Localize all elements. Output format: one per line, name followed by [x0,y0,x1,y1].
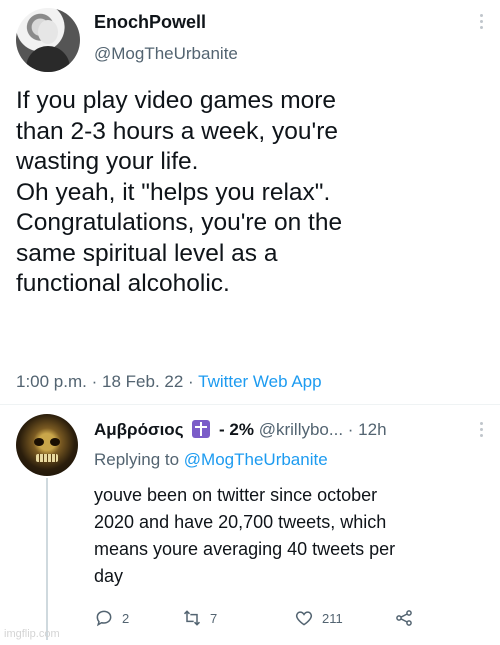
display-name[interactable]: EnochPowell [94,12,206,33]
share-button[interactable] [394,608,414,628]
meta-dot: · [91,372,98,391]
skull-eye [34,438,44,446]
reply-handle[interactable]: @krillybo... [259,420,343,439]
share-icon [396,610,412,626]
tweet-text-line: Congratulations, you're on the [16,209,343,236]
avatar[interactable] [16,8,80,72]
action-bar: 2 7 211 [94,608,424,632]
tweet-meta: 1:00 p.m. · 18 Feb. 22 · Twitter Web App [16,372,322,392]
thread-line [46,478,48,640]
reply-avatar[interactable] [16,414,78,476]
like-count: 211 [322,610,343,626]
tweet-text-line: than 2-3 hours a week, you're [16,117,339,145]
reply-text-line: means youre averaging 40 tweets per [94,539,396,559]
tweet-text-line: same spiritual level as a [16,239,278,267]
tweet-text: If you play video games more than 2-3 ho… [16,86,486,300]
reply-text-line: day [94,566,124,586]
replying-prefix: Replying to [94,450,180,469]
tweet-date[interactable]: 18 Feb. 22 [102,372,183,391]
user-handle[interactable]: @MogTheUrbanite [94,44,238,64]
reply-display-name[interactable]: Αμβρόσιος [94,420,184,439]
tweet-text-line: If you play video games more [16,87,337,114]
watermark: imgflip.com [4,628,60,640]
like-button[interactable]: 211 [294,608,343,628]
tweet-text-line: wasting your life. [16,148,199,175]
reply-count: 2 [122,610,130,626]
reply-text: youve been on twitter since october 2020… [94,482,486,590]
reply-time[interactable]: · 12h [348,420,387,439]
more-options-icon[interactable] [478,422,484,440]
reply-text-line: youve been on twitter since october [94,485,378,505]
tweet-text-line: functional alcoholic. [16,270,230,297]
heart-icon [295,611,313,626]
tweet-text-line: Oh yeah, it "helps you relax". [16,178,331,206]
reply-icon [96,610,112,627]
avatar-head [38,20,58,44]
reply-text-line: 2020 and have 20,700 tweets, which [94,512,387,532]
reply-header: Αμβρόσιος - 2% @krillybo... · 12h [94,420,387,440]
tweet-time[interactable]: 1:00 p.m. [16,372,87,391]
divider [0,404,500,405]
orthodox-cross-flag-icon [192,420,211,438]
replying-to-link[interactable]: @MogTheUrbanite [184,450,328,469]
avatar-shoulders [26,46,70,72]
retweet-button[interactable]: 7 [182,608,217,628]
retweet-count: 7 [210,610,218,626]
skull-eye [50,438,60,446]
skull-teeth [36,454,58,462]
reply-name-suffix[interactable]: - 2% [219,420,254,439]
more-options-icon[interactable] [478,14,484,34]
meta-dot: · [188,372,194,391]
tweet-source-link[interactable]: Twitter Web App [198,372,321,391]
retweet-icon [183,610,201,626]
reply-button[interactable]: 2 [94,608,129,628]
replying-to: Replying to @MogTheUrbanite [94,450,328,470]
